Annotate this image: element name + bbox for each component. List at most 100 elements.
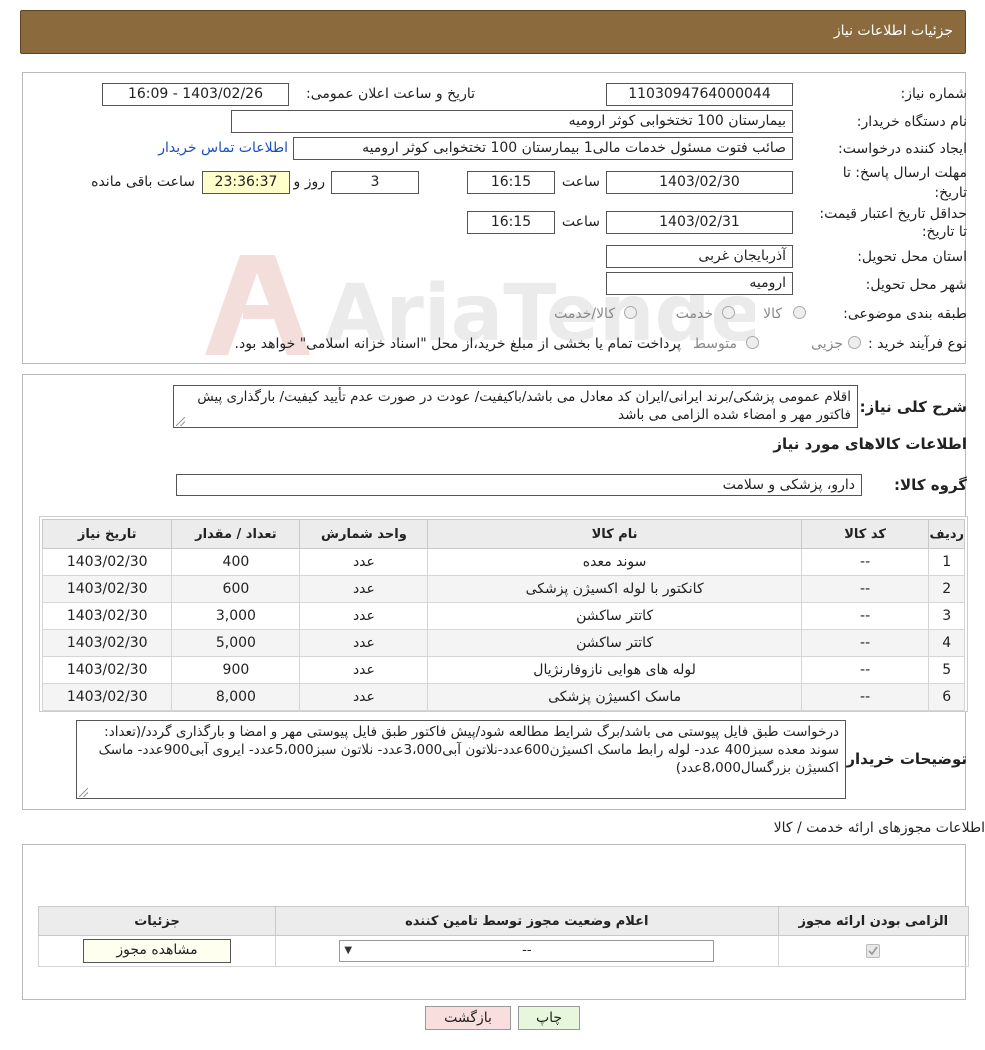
back-button[interactable]: بازگشت: [425, 1006, 511, 1030]
need-number-field: 1103094764000044: [606, 83, 793, 106]
goods-section-title: اطلاعات کالاهای مورد نیاز: [773, 435, 967, 453]
col-date: تاریخ نیاز: [41, 519, 173, 549]
buyer-org-label: نام دستگاه خریدار:: [856, 114, 967, 130]
buyer-notes-label: توضیحات خریدار:: [840, 750, 967, 768]
view-permit-button[interactable]: مشاهده مجوز: [83, 939, 232, 963]
cell-name: کانکتور با لوله اکسیژن پزشکی: [427, 575, 802, 603]
col-details: جزئیات: [37, 906, 277, 936]
cell-row: 6: [928, 683, 965, 711]
validity-label: حداقل تاریخ اعتبار قیمت: تا تاریخ:: [819, 206, 967, 240]
col-qty: تعداد / مقدار: [171, 519, 301, 549]
table-row: 5 -- لوله های هوایی نازوفارنژیال عدد 900…: [41, 656, 965, 684]
table-row: 6 -- ماسک اکسیژن پزشکی عدد 8,000 1403/02…: [41, 683, 965, 711]
table-row: 2 -- کانکتور با لوله اکسیژن پزشکی عدد 60…: [41, 575, 965, 603]
category-radio-goods-service[interactable]: [624, 306, 637, 319]
cell-date: 1403/02/30: [41, 683, 173, 711]
print-button[interactable]: چاپ: [518, 1006, 580, 1030]
validity-time-label: ساعت: [561, 214, 600, 230]
cell-qty: 8,000: [171, 683, 301, 711]
cell-name: سوند معده: [427, 548, 802, 576]
cell-row: 1: [928, 548, 965, 576]
category-option-service: خدمت: [675, 306, 713, 322]
cell-code: --: [800, 683, 930, 711]
buyer-notes-text: درخواست طبق فایل پیوستی می باشد/برگ شرای…: [98, 724, 839, 776]
col-name: نام کالا: [427, 519, 802, 549]
description-textarea[interactable]: اقلام عمومی پزشکی/برند ایرانی/ایران کد م…: [173, 385, 858, 428]
cell-date: 1403/02/30: [41, 629, 173, 657]
cell-code: --: [800, 629, 930, 657]
creator-field: صائب فتوت مسئول خدمات مالی1 بیمارستان 10…: [293, 137, 793, 160]
permit-status-select[interactable]: -- ▼: [339, 940, 715, 962]
page-title: جزئیات اطلاعات نیاز: [833, 23, 953, 39]
category-label: طبقه بندی موضوعی:: [843, 306, 967, 322]
required-checkbox: [866, 944, 881, 958]
process-option-minor: جزیی: [811, 336, 843, 352]
chevron-down-icon: ▼: [344, 945, 353, 956]
need-number-label: شماره نیاز:: [900, 86, 968, 102]
cell-name: کاتتر ساکشن: [427, 602, 802, 630]
category-radio-goods[interactable]: [793, 306, 806, 319]
cell-unit: عدد: [299, 575, 429, 603]
cell-qty: 600: [171, 575, 301, 603]
days-remaining-field: 3: [331, 171, 419, 194]
cell-status: -- ▼: [275, 935, 779, 967]
permits-table: الزامی بودن ارائه مجوز اعلام وضعیت مجوز …: [37, 906, 970, 967]
deadline-date-field: 1403/02/30: [606, 171, 793, 194]
category-option-goods-service: کالا/خدمت: [554, 306, 615, 322]
cell-row: 2: [928, 575, 965, 603]
days-label: روز و: [293, 174, 326, 190]
col-row: ردیف: [928, 519, 965, 549]
province-label: استان محل تحویل:: [857, 249, 967, 265]
table-row: 1 -- سوند معده عدد 400 1403/02/30: [41, 548, 965, 576]
buyer-org-field: بیمارستان 100 تختخوابی کوثر ارومیه: [231, 110, 793, 133]
province-field: آذربایجان غربی: [606, 245, 793, 268]
col-code: کد کالا: [800, 519, 930, 549]
resize-grip-icon[interactable]: [79, 788, 88, 797]
cell-required: [777, 935, 970, 967]
process-radio-minor[interactable]: [848, 336, 861, 349]
deadline-label: مهلت ارسال پاسخ: تا تاریخ:: [842, 165, 967, 201]
col-status: اعلام وضعیت مجوز توسط تامین کننده: [275, 906, 779, 936]
cell-unit: عدد: [299, 656, 429, 684]
resize-grip-icon[interactable]: [176, 417, 185, 426]
process-option-medium: متوسط: [693, 336, 737, 352]
city-field: ارومیه: [606, 272, 793, 295]
cell-name: کاتتر ساکشن: [427, 629, 802, 657]
cell-unit: عدد: [299, 548, 429, 576]
announce-date-field: 1403/02/26 - 16:09: [102, 83, 289, 106]
table-row: 3 -- کاتتر ساکشن عدد 3,000 1403/02/30: [41, 602, 965, 630]
time-remaining-label: ساعت باقی مانده: [91, 174, 195, 190]
validity-date-field: 1403/02/31: [606, 211, 793, 234]
permits-table-header: الزامی بودن ارائه مجوز اعلام وضعیت مجوز …: [37, 906, 970, 936]
category-radio-service[interactable]: [722, 306, 735, 319]
deadline-time-field: 16:15: [467, 171, 555, 194]
cell-row: 5: [928, 656, 965, 684]
description-text: اقلام عمومی پزشکی/برند ایرانی/ایران کد م…: [197, 389, 851, 423]
cell-name: ماسک اکسیژن پزشکی: [427, 683, 802, 711]
goods-table: ردیف کد کالا نام کالا واحد شمارش تعداد /…: [41, 519, 965, 711]
buyer-notes-textarea[interactable]: درخواست طبق فایل پیوستی می باشد/برگ شرای…: [76, 720, 846, 799]
cell-qty: 400: [171, 548, 301, 576]
cell-code: --: [800, 656, 930, 684]
permits-section-title: اطلاعات مجوزهای ارائه خدمت / کالا: [773, 820, 985, 836]
col-required: الزامی بودن ارائه مجوز: [777, 906, 970, 936]
permit-status-value: --: [522, 943, 532, 958]
cell-name: لوله های هوایی نازوفارنژیال: [427, 656, 802, 684]
cell-date: 1403/02/30: [41, 656, 173, 684]
cell-row: 4: [928, 629, 965, 657]
cell-date: 1403/02/30: [41, 575, 173, 603]
deadline-time-label: ساعت: [561, 174, 600, 190]
process-radio-medium[interactable]: [746, 336, 759, 349]
process-label: نوع فرآیند خرید :: [868, 336, 967, 352]
cell-code: --: [800, 575, 930, 603]
cell-unit: عدد: [299, 602, 429, 630]
buyer-contact-link[interactable]: اطلاعات تماس خریدار: [158, 140, 288, 156]
cell-code: --: [800, 602, 930, 630]
process-note: پرداخت تمام یا بخشی از مبلغ خرید،از محل …: [234, 336, 681, 352]
col-unit: واحد شمارش: [299, 519, 429, 549]
cell-qty: 3,000: [171, 602, 301, 630]
city-label: شهر محل تحویل:: [865, 277, 967, 293]
cell-details: مشاهده مجوز: [37, 935, 277, 967]
validity-time-field: 16:15: [467, 211, 555, 234]
cell-unit: عدد: [299, 629, 429, 657]
